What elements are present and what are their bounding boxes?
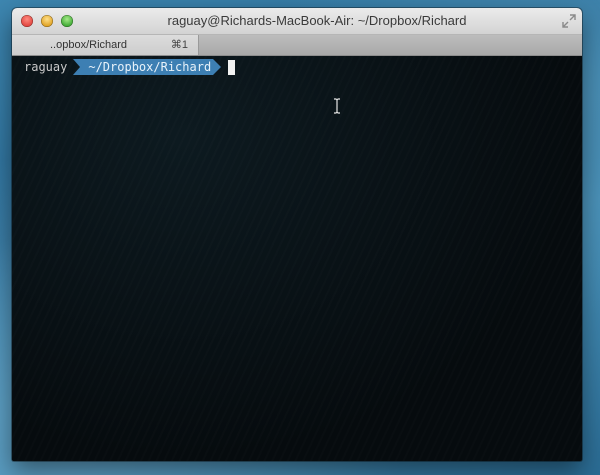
terminal-window: raguay@Richards-MacBook-Air: ~/Dropbox/R… bbox=[12, 8, 582, 461]
tab-bar: ..opbox/Richard ⌘1 bbox=[12, 35, 582, 56]
text-cursor-block bbox=[228, 59, 236, 75]
prompt-user: raguay bbox=[24, 60, 68, 74]
close-icon bbox=[21, 15, 33, 27]
close-button[interactable] bbox=[21, 15, 33, 27]
prompt-path-arrow bbox=[213, 59, 222, 75]
tab-label: ..opbox/Richard bbox=[50, 39, 128, 51]
ibeam-cursor-icon bbox=[334, 98, 340, 114]
zoom-icon bbox=[61, 15, 73, 27]
zoom-button[interactable] bbox=[61, 15, 73, 27]
shell-prompt: raguay ~/Dropbox/Richard bbox=[12, 59, 236, 75]
fullscreen-icon[interactable] bbox=[562, 14, 576, 28]
prompt-path: ~/Dropbox/Richard bbox=[80, 59, 214, 75]
tab-dropbox-richard[interactable]: ..opbox/Richard ⌘1 bbox=[12, 35, 199, 55]
window-title: raguay@Richards-MacBook-Air: ~/Dropbox/R… bbox=[167, 13, 467, 28]
terminal-content[interactable]: raguay ~/Dropbox/Richard bbox=[12, 56, 582, 461]
tab-shortcut: ⌘1 bbox=[170, 39, 188, 51]
minimize-icon bbox=[41, 15, 53, 27]
title-bar[interactable]: raguay@Richards-MacBook-Air: ~/Dropbox/R… bbox=[12, 8, 582, 35]
minimize-button[interactable] bbox=[41, 15, 53, 27]
prompt-separator-arrow bbox=[73, 59, 81, 75]
